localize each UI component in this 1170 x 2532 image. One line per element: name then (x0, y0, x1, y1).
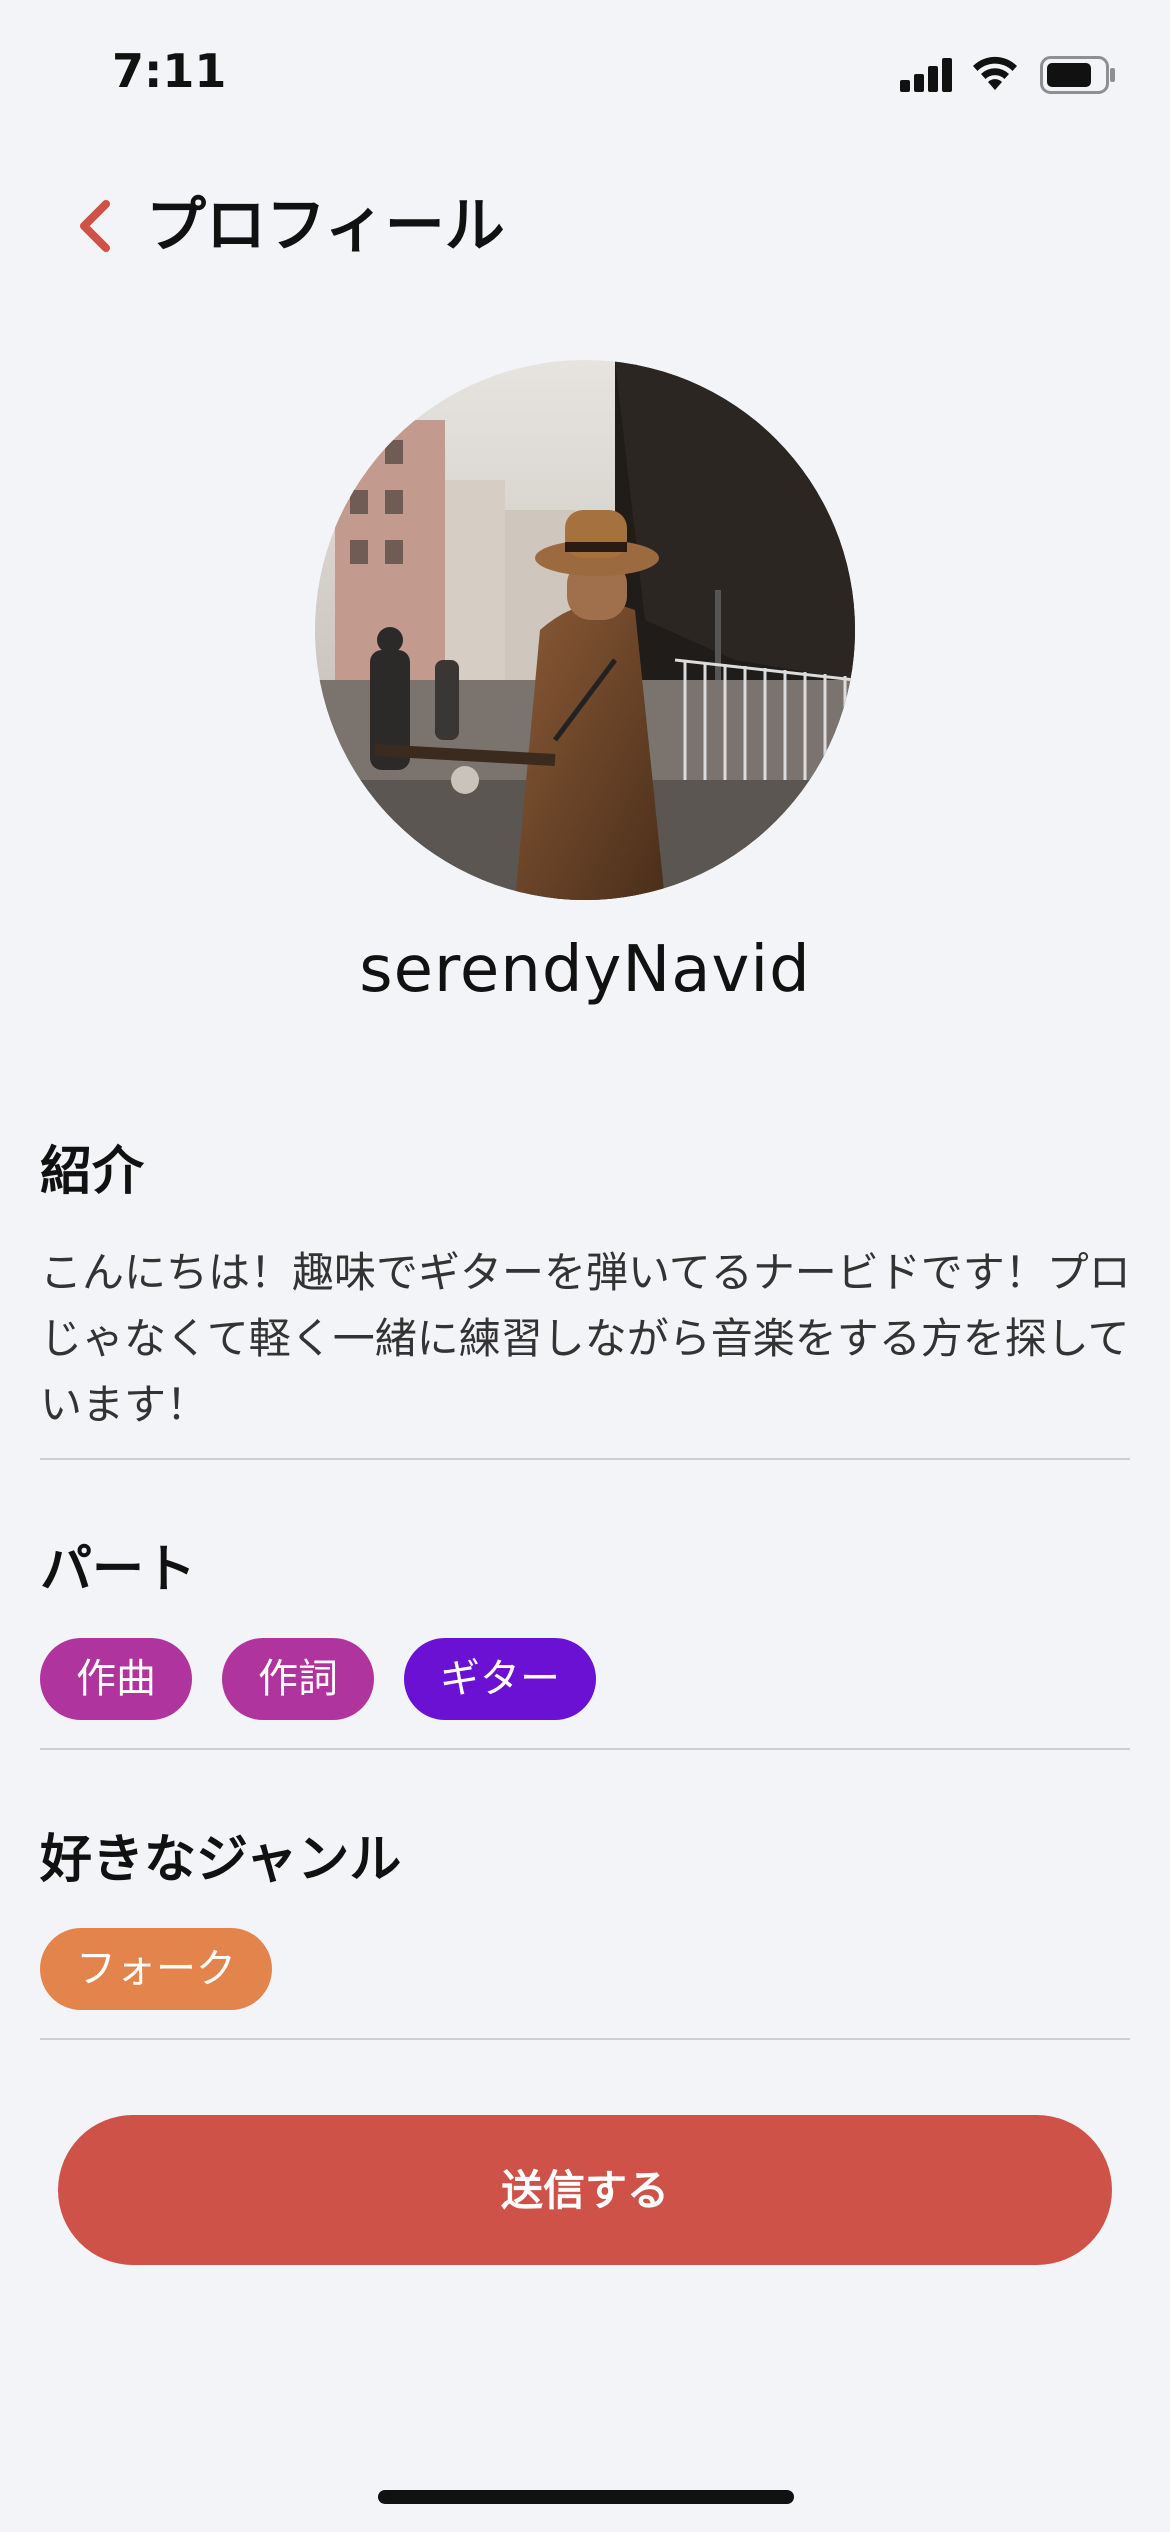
back-button[interactable] (70, 190, 126, 262)
chevron-left-icon (80, 200, 110, 252)
avatar (315, 360, 855, 900)
part-chips: 作曲 作詞 ギター (40, 1638, 596, 1720)
genre-heading: 好きなジャンル (40, 1830, 402, 1890)
profile-screen: 7:11 プロフィール serendyNavid 紹介 こんにちは！趣味でギター… (0, 0, 1170, 2532)
genre-chips: フォーク (40, 1928, 272, 2010)
wifi-icon (973, 56, 1017, 90)
intro-text: こんにちは！趣味でギターを弾いてるナービドです！プロじゃなくて軽く一緒に練習しな… (40, 1248, 1131, 1429)
intro-heading: 紹介 (40, 1142, 145, 1202)
avatar-photo (315, 360, 855, 900)
chip-part[interactable]: 作曲 (40, 1638, 192, 1720)
username: serendyNavid (359, 933, 811, 1007)
battery-icon (1040, 56, 1115, 94)
page-title: プロフィール (146, 191, 505, 261)
divider (40, 2038, 1130, 2040)
status-icons (900, 50, 1120, 98)
home-indicator[interactable] (378, 2490, 794, 2504)
divider (40, 1458, 1130, 1460)
part-heading: パート (40, 1540, 197, 1600)
status-time: 7:11 (112, 44, 227, 98)
chip-part[interactable]: 作詞 (222, 1638, 374, 1720)
divider (40, 1748, 1130, 1750)
chip-part[interactable]: ギター (404, 1638, 596, 1720)
send-button[interactable]: 送信する (58, 2115, 1112, 2265)
chip-genre[interactable]: フォーク (40, 1928, 272, 2010)
